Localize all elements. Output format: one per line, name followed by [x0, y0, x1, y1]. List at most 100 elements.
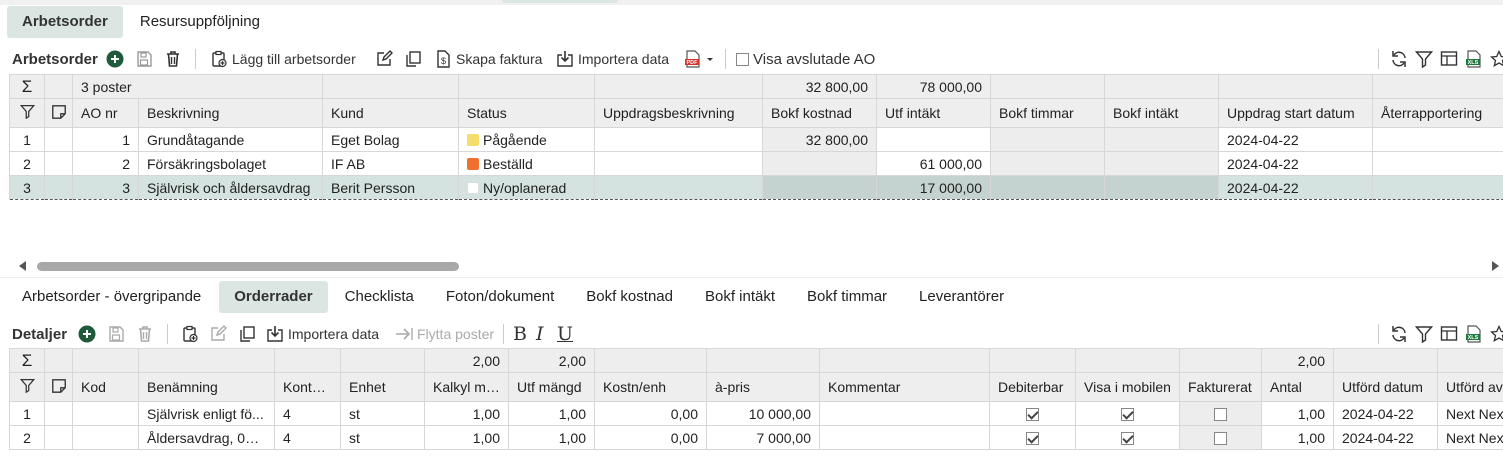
cell-utf-mangd[interactable]: 1,00 — [508, 425, 595, 450]
col-antal[interactable]: Antal — [1261, 372, 1334, 402]
cell-utford-av[interactable]: Next Nexts — [1437, 425, 1503, 450]
cell-utford-datum[interactable]: 2024-04-22 — [1333, 425, 1438, 450]
col-kod[interactable]: Kod — [72, 372, 139, 402]
italic-button[interactable]: I — [536, 320, 544, 348]
cell-enhet[interactable]: st — [340, 401, 425, 426]
tab-arbetsorder-overgripande[interactable]: Arbetsorder - övergripande — [7, 281, 216, 313]
col-status[interactable]: Status — [458, 98, 595, 128]
cell-status[interactable]: Ny/oplanerad — [458, 175, 595, 200]
show-closed-toggle[interactable]: Visa avslutade AO — [736, 45, 875, 73]
favorite-star-icon[interactable] — [1490, 325, 1503, 343]
clipboard-add-icon[interactable] — [181, 325, 199, 343]
cell-utford-datum[interactable]: 2024-04-22 — [1333, 401, 1438, 426]
cell-bokf-intakt[interactable] — [1104, 151, 1219, 176]
cell-ao-nr[interactable]: 3 — [72, 175, 139, 200]
col-enhet[interactable]: Enhet — [340, 372, 425, 402]
cell-utford-av[interactable]: Next Nexts — [1437, 401, 1503, 426]
cell-beskrivning[interactable]: Grundåtagande — [138, 127, 323, 152]
row-notes-header[interactable] — [44, 372, 73, 402]
cell-ao-nr[interactable]: 2 — [72, 151, 139, 176]
add-icon[interactable] — [106, 50, 124, 68]
cell-bokf-kostnad[interactable] — [762, 151, 877, 176]
refresh-icon[interactable] — [1390, 325, 1408, 343]
cell-uppdragsbeskrivning[interactable] — [594, 127, 763, 152]
cell-kommentar[interactable] — [819, 425, 990, 450]
debiterbar-checkbox[interactable] — [1026, 408, 1039, 422]
table-row[interactable]: 1 Självrisk enligt fö... 4 st 1,00 1,00 … — [9, 401, 1503, 426]
import-data-button[interactable]: Importera data — [266, 320, 379, 348]
tab-bokf-timmar[interactable]: Bokf timmar — [792, 281, 902, 313]
cell-bokf-timmar[interactable] — [990, 175, 1105, 200]
col-uppdragsbeskrivning[interactable]: Uppdragsbeskrivning — [594, 98, 763, 128]
row-notes-header[interactable] — [44, 98, 73, 128]
table-settings-icon[interactable] — [1440, 50, 1458, 68]
col-beskrivning[interactable]: Beskrivning — [138, 98, 323, 128]
underline-button[interactable]: U — [557, 320, 573, 348]
col-bokf-intakt[interactable]: Bokf intäkt — [1104, 98, 1219, 128]
excel-icon[interactable]: XLS — [1465, 325, 1483, 343]
column-filter-toggle[interactable] — [9, 372, 45, 402]
scroll-right-icon[interactable] — [1492, 261, 1499, 271]
filter-icon[interactable] — [1415, 325, 1433, 343]
col-utford-datum[interactable]: Utförd datum — [1333, 372, 1438, 402]
delete-icon[interactable] — [164, 50, 182, 68]
fakturerat-checkbox[interactable] — [1214, 408, 1227, 422]
cell-bokf-timmar[interactable] — [990, 151, 1105, 176]
cell-kalkyl-mgd[interactable]: 1,00 — [424, 425, 509, 450]
cell-aterrapportering[interactable] — [1372, 127, 1503, 152]
cell-bokf-kostnad[interactable] — [762, 175, 877, 200]
cell-visa-i-mobilen[interactable] — [1075, 425, 1180, 450]
col-bokf-timmar[interactable]: Bokf timmar — [990, 98, 1105, 128]
pdf-export-dropdown[interactable]: PDF — [684, 45, 714, 73]
edit-icon[interactable] — [209, 325, 227, 343]
copy-icon[interactable] — [238, 325, 256, 343]
tab-checklista[interactable]: Checklista — [330, 281, 429, 313]
tab-leverantorer[interactable]: Leverantörer — [904, 281, 1019, 313]
cell-kod[interactable] — [72, 425, 139, 450]
cell-utf-mangd[interactable]: 1,00 — [508, 401, 595, 426]
col-kalkyl-mgd[interactable]: Kalkyl mgd — [424, 372, 509, 402]
cell-status[interactable]: Beställd — [458, 151, 595, 176]
scroll-left-icon[interactable] — [19, 261, 26, 271]
col-visa-i-mobilen[interactable]: Visa i mobilen — [1075, 372, 1180, 402]
cell-beskrivning[interactable]: Självrisk och åldersavdrag — [138, 175, 323, 200]
tab-resursuppfoljning[interactable]: Resursuppföljning — [125, 6, 275, 38]
tab-foton-dokument[interactable]: Foton/dokument — [431, 281, 569, 313]
col-aterrapportering[interactable]: Återrapportering — [1372, 98, 1503, 128]
move-rows-button[interactable]: Flytta poster — [395, 320, 494, 348]
copy-icon[interactable] — [404, 50, 422, 68]
debiterbar-checkbox[interactable] — [1026, 432, 1039, 446]
cell-benamning[interactable]: Åldersavdrag, 0%... — [138, 425, 275, 450]
cell-uppdragsbeskrivning[interactable] — [594, 151, 763, 176]
tab-bokf-intakt[interactable]: Bokf intäkt — [690, 281, 790, 313]
bold-button[interactable]: B — [513, 320, 527, 348]
cell-utf-intakt[interactable] — [876, 127, 991, 152]
cell-beskrivning[interactable]: Försäkringsbolaget — [138, 151, 323, 176]
tab-arbetsorder[interactable]: Arbetsorder — [7, 6, 123, 38]
col-ao-nr[interactable]: AO nr — [72, 98, 139, 128]
cell-kontonr[interactable]: 4 — [274, 401, 341, 426]
horizontal-scrollbar[interactable] — [9, 258, 1503, 274]
cell-bokf-kostnad[interactable]: 32 800,00 — [762, 127, 877, 152]
table-row[interactable]: 2 Åldersavdrag, 0%... 4 st 1,00 1,00 0,0… — [9, 425, 1503, 450]
cell-enhet[interactable]: st — [340, 425, 425, 450]
cell-bokf-intakt[interactable] — [1104, 175, 1219, 200]
row-note-cell[interactable] — [44, 175, 73, 200]
cell-kund[interactable]: IF AB — [322, 151, 459, 176]
cell-a-pris[interactable]: 10 000,00 — [706, 401, 820, 426]
cell-kontonr[interactable]: 4 — [274, 425, 341, 450]
favorite-star-icon[interactable] — [1490, 50, 1503, 68]
cell-bokf-timmar[interactable] — [990, 127, 1105, 152]
col-a-pris[interactable]: à-pris — [706, 372, 820, 402]
excel-icon[interactable]: XLS — [1465, 50, 1483, 68]
save-icon[interactable] — [135, 50, 153, 68]
cell-fakturerat[interactable] — [1179, 401, 1262, 426]
cell-start-datum[interactable]: 2024-04-22 — [1218, 175, 1373, 200]
cell-kommentar[interactable] — [819, 401, 990, 426]
cell-status[interactable]: Pågående — [458, 127, 595, 152]
cell-antal[interactable]: 1,00 — [1261, 425, 1334, 450]
save-icon[interactable] — [107, 325, 125, 343]
cell-start-datum[interactable]: 2024-04-22 — [1218, 127, 1373, 152]
edit-icon[interactable] — [375, 50, 393, 68]
cell-utf-intakt[interactable]: 61 000,00 — [876, 151, 991, 176]
